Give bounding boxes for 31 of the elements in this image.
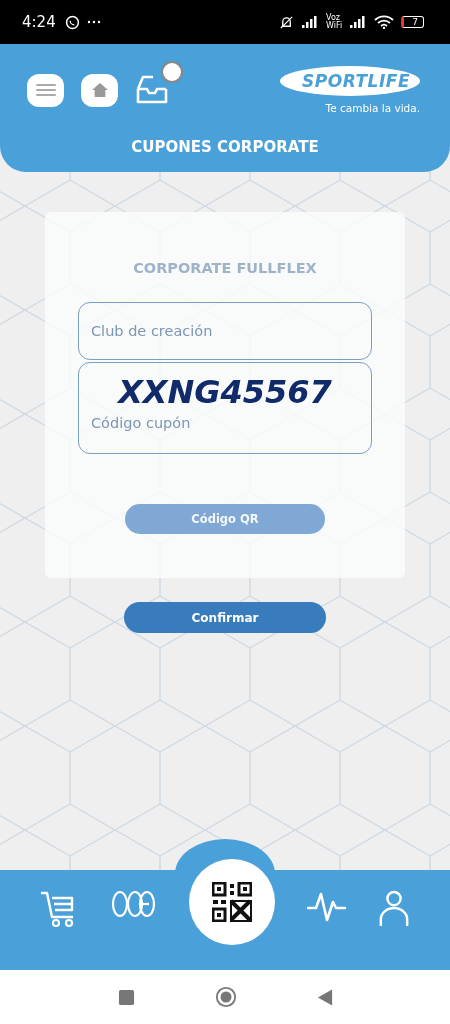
home-button[interactable] [81,73,118,107]
qr-code-icon [212,882,252,922]
field-label: Código cupón [91,415,192,431]
wifi-icon [374,15,395,29]
club-input-field[interactable]: Club de creación [78,302,372,360]
more-icon [86,20,101,24]
menu-button[interactable] [27,73,64,107]
signal-icon [349,16,368,28]
chat-icon [64,14,80,30]
recents-button[interactable] [117,988,135,1006]
brand-tagline: Te cambia la vida. [325,102,420,114]
profile-icon[interactable] [378,890,411,926]
page-title: CUPONES CORPORATE [130,138,320,156]
home-nav-button[interactable] [214,986,237,1008]
coupon-code: XXNG45567 [116,373,333,411]
status-time: 4:24 [22,13,56,31]
coupon-code-field[interactable]: XXNG45567 Código cupón [78,362,372,454]
coins-icon[interactable] [111,890,158,918]
card-title: CORPORATE FULLFLEX [133,260,317,276]
signal-icon [301,16,320,28]
pulse-icon[interactable] [306,890,347,922]
confirm-button[interactable]: Confirmar [124,602,326,633]
network-label: Voz WiFi [326,14,343,30]
battery-indicator: 7 [401,16,424,28]
home-icon [90,82,109,98]
qr-code-button[interactable]: Código QR [125,504,325,534]
inbox-icon[interactable] [135,75,169,105]
back-button[interactable] [316,987,333,1007]
menu-icon [35,83,56,97]
brand-logo: SPORTLIFE [280,66,420,96]
muted-bell-icon [279,14,295,30]
